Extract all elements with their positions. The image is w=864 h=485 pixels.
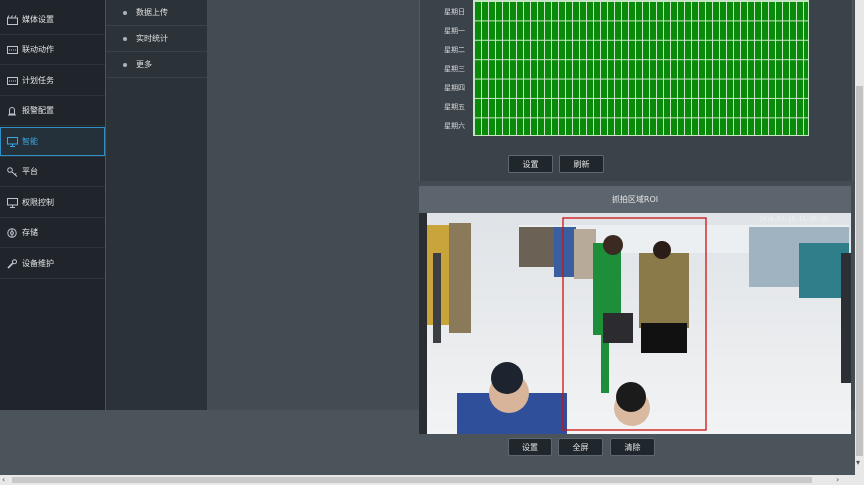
subnav-item-label: 数据上传 xyxy=(136,8,168,17)
bullet-icon xyxy=(123,36,127,41)
subnav-item-realtime-stats[interactable]: 实时统计 xyxy=(106,26,207,52)
horizontal-scrollbar[interactable]: ‹ › xyxy=(0,475,864,485)
day-label-thursday: 星期四 xyxy=(444,84,465,92)
storage-icon xyxy=(6,227,18,238)
sidebar-item-permission[interactable]: 权限控制 xyxy=(0,188,105,218)
sidebar-item-label: 媒体设置 xyxy=(22,15,54,24)
camera-scene: 2018-02-15 15:30:25 xyxy=(419,213,851,434)
sidebar: 媒体设置 联动动作 计划任务 报警配置 智能 平台 权限控制 存储 设备维护 xyxy=(0,0,105,410)
camera-timestamp: 2018-02-15 15:30:25 xyxy=(759,216,828,223)
alarm-icon xyxy=(6,106,18,116)
roi-fullscreen-button[interactable]: 全屏 xyxy=(558,438,603,456)
sidebar-item-label: 计划任务 xyxy=(22,76,54,85)
sub-navigation: 数据上传 实时统计 更多 xyxy=(106,0,207,410)
horizontal-scrollbar-thumb[interactable] xyxy=(12,477,812,483)
sidebar-item-schedule[interactable]: 计划任务 xyxy=(0,66,105,96)
schedule-set-button[interactable]: 设置 xyxy=(508,155,553,173)
sidebar-item-label: 报警配置 xyxy=(22,106,54,115)
sidebar-item-label: 存储 xyxy=(22,228,38,237)
scroll-left-arrow-icon[interactable]: ‹ xyxy=(2,475,5,485)
day-label-tuesday: 星期二 xyxy=(444,46,465,54)
bullet-icon xyxy=(123,10,127,15)
wrench-icon xyxy=(6,258,18,269)
day-label-friday: 星期五 xyxy=(444,103,465,111)
platform-key-icon xyxy=(6,166,18,177)
sidebar-item-maintenance[interactable]: 设备维护 xyxy=(0,249,105,279)
sidebar-item-storage[interactable]: 存储 xyxy=(0,218,105,248)
schedule-grid[interactable] xyxy=(473,0,809,136)
smart-monitor-icon xyxy=(6,136,18,147)
vertical-scrollbar[interactable]: ▾ xyxy=(855,0,864,475)
sidebar-item-label: 权限控制 xyxy=(22,198,54,207)
sidebar-item-label: 平台 xyxy=(22,167,38,176)
sidebar-item-smart[interactable]: 智能 xyxy=(0,127,105,157)
sidebar-item-label: 智能 xyxy=(22,137,38,146)
roi-clear-button[interactable]: 清除 xyxy=(610,438,655,456)
scroll-down-arrow-icon[interactable]: ▾ xyxy=(856,458,860,468)
roi-panel-title: 抓拍区域ROI xyxy=(419,186,851,213)
sidebar-item-platform[interactable]: 平台 xyxy=(0,157,105,187)
camera-preview[interactable]: 2018-02-15 15:30:25 xyxy=(419,213,851,434)
day-label-sunday: 星期日 xyxy=(444,8,465,16)
sidebar-item-linkage[interactable]: 联动动作 xyxy=(0,35,105,65)
scroll-right-arrow-icon[interactable]: › xyxy=(836,475,839,485)
roi-set-button[interactable]: 设置 xyxy=(508,438,552,456)
roi-panel: 抓拍区域ROI 2018-02-15 15:30:25 xyxy=(419,186,851,434)
subnav-item-data-upload[interactable]: 数据上传 xyxy=(106,0,207,26)
subnav-item-more[interactable]: 更多 xyxy=(106,52,207,78)
permission-monitor-icon xyxy=(6,197,18,208)
day-label-wednesday: 星期三 xyxy=(444,65,465,73)
schedule-refresh-button[interactable]: 刷新 xyxy=(559,155,604,173)
vertical-scrollbar-thumb[interactable] xyxy=(856,86,863,456)
sidebar-item-label: 设备维护 xyxy=(22,259,54,268)
linkage-icon xyxy=(6,45,18,55)
media-settings-icon xyxy=(6,14,18,25)
subnav-item-label: 实时统计 xyxy=(136,34,168,43)
sidebar-item-alarm[interactable]: 报警配置 xyxy=(0,96,105,126)
sidebar-item-label: 联动动作 xyxy=(22,45,54,54)
day-label-monday: 星期一 xyxy=(444,27,465,35)
sidebar-item-media-settings[interactable]: 媒体设置 xyxy=(0,5,105,35)
day-label-saturday: 星期六 xyxy=(444,122,465,130)
bullet-icon xyxy=(123,62,127,67)
schedule-icon xyxy=(6,76,18,86)
subnav-item-label: 更多 xyxy=(136,60,152,69)
